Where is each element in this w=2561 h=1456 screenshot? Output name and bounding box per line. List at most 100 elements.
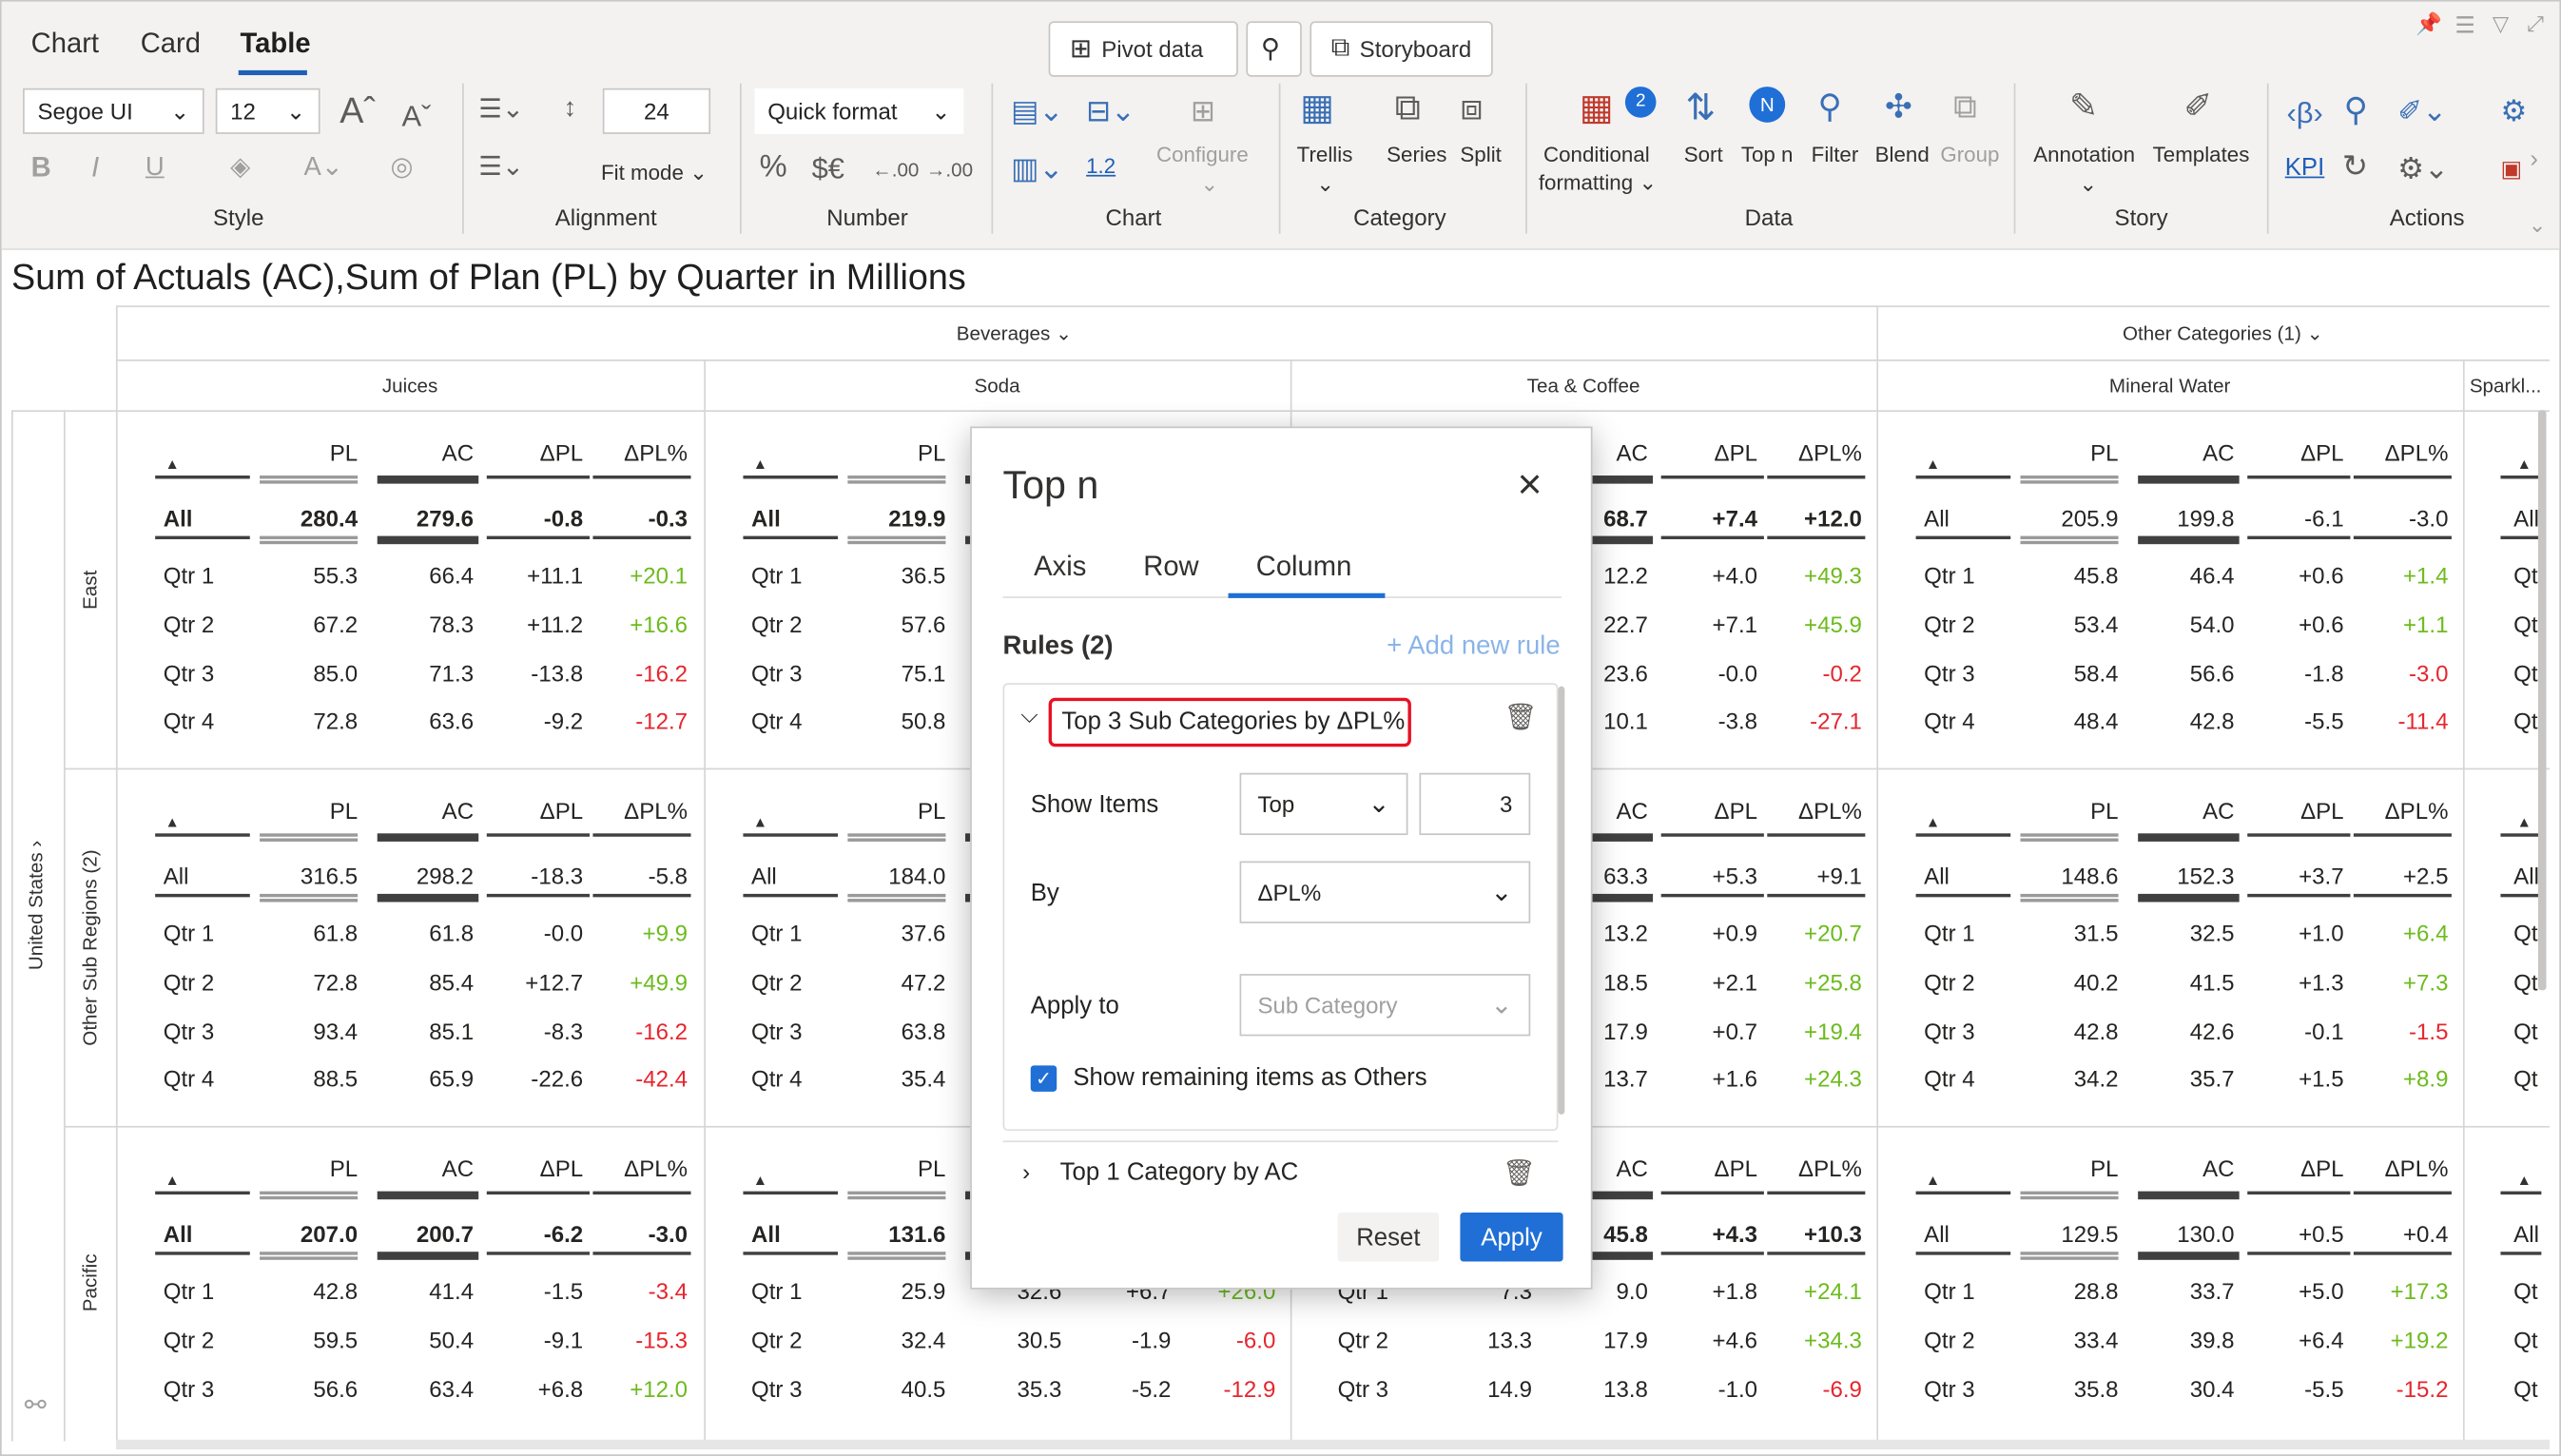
measure-header[interactable]: ΔPL	[485, 439, 583, 465]
search-icon[interactable]: ⚲	[2344, 91, 2368, 130]
font-shrink-icon[interactable]: Aˇ	[401, 96, 431, 135]
font-family-select[interactable]: Segoe UI ⌄	[23, 87, 204, 134]
split-button[interactable]: Split	[1460, 142, 1501, 166]
tab-column[interactable]: Column	[1256, 551, 1352, 583]
conditional-formatting-label2[interactable]: formatting ⌄	[1539, 170, 1657, 196]
by-select[interactable]: ΔPL% ⌄	[1239, 861, 1531, 923]
measure-header[interactable]: AC	[2136, 1155, 2234, 1181]
gap-width-value[interactable]: 1.2	[1086, 154, 1116, 179]
sort-arrow-icon[interactable]: ▲	[753, 814, 767, 830]
sort-button[interactable]: Sort	[1684, 142, 1723, 166]
add-rule-button[interactable]: + Add new rule	[1387, 632, 1561, 662]
topn-button[interactable]: Top n	[1741, 142, 1794, 166]
col-group-beverages[interactable]: Beverages ⌄	[917, 322, 1113, 345]
kpi-button[interactable]: KPI	[2285, 154, 2325, 182]
tab-chart[interactable]: Chart	[31, 28, 99, 60]
italic-icon[interactable]: I	[91, 148, 99, 187]
series-button[interactable]: Series	[1387, 142, 1446, 166]
measure-header[interactable]: ΔPL	[1659, 1155, 1757, 1181]
underline-icon[interactable]: U	[146, 148, 165, 187]
brush-icon[interactable]: ✐⌄	[2397, 91, 2447, 130]
export-icon[interactable]: ⚙	[2500, 91, 2527, 130]
series-icon[interactable]: ⧉	[1395, 87, 1421, 127]
annotation-button[interactable]: Annotation	[2033, 142, 2135, 166]
increase-decimal-icon[interactable]: →.00	[926, 150, 973, 189]
measure-header[interactable]: AC	[376, 798, 474, 824]
bold-icon[interactable]: B	[31, 148, 51, 187]
expand-icon[interactable]: ⤢	[2527, 5, 2544, 44]
sort-arrow-icon[interactable]: ▲	[753, 456, 767, 472]
conditional-formatting-icon[interactable]: ▦	[1580, 87, 1614, 127]
measure-header[interactable]: PL	[2028, 1155, 2118, 1181]
delete-rule-icon[interactable]: 🗑	[1503, 1157, 1536, 1190]
sort-icon[interactable]: ⇅	[1685, 87, 1716, 127]
sort-arrow-icon[interactable]: ▲	[1926, 1172, 1940, 1188]
filter-settings-button[interactable]: ⚲	[1246, 21, 1302, 77]
measure-header[interactable]: PL	[268, 1155, 358, 1181]
rule-collapsed[interactable]: › Top 1 Category by AC 🗑	[1002, 1140, 1559, 1195]
trellis-icon[interactable]: ▦	[1300, 87, 1334, 127]
horizontal-scrollbar[interactable]	[115, 1439, 2550, 1450]
measure-header[interactable]: ΔPL	[1659, 798, 1757, 824]
dialog-scrollbar[interactable]	[1558, 686, 1565, 1115]
sort-arrow-icon[interactable]: ▲	[753, 1172, 767, 1188]
filter-pane-icon[interactable]: ⚯	[25, 1388, 47, 1427]
chevron-right-icon[interactable]: ›	[1022, 1158, 1030, 1184]
refresh-icon[interactable]: ↻	[2342, 148, 2368, 187]
decrease-decimal-icon[interactable]: ←.00	[872, 150, 919, 189]
measure-header[interactable]: ΔPL%	[1764, 439, 1862, 465]
quick-format-select[interactable]: Quick format ⌄	[754, 87, 964, 134]
show-items-count-input[interactable]: 3	[1419, 772, 1531, 836]
measure-header[interactable]: PL	[856, 439, 945, 465]
measure-header[interactable]: PL	[2028, 798, 2118, 824]
measure-header[interactable]: ΔPL	[485, 1155, 583, 1181]
col-group-other[interactable]: Other Categories (1) ⌄	[2092, 322, 2354, 345]
tab-row[interactable]: Row	[1143, 551, 1198, 583]
measure-header[interactable]: PL	[856, 1155, 945, 1181]
measure-header[interactable]: AC	[376, 439, 474, 465]
horizontal-align-icon[interactable]: ☰⌄	[478, 91, 524, 130]
measure-header[interactable]: ΔPL%	[590, 798, 688, 824]
sort-arrow-icon[interactable]: ▲	[165, 814, 179, 830]
sort-arrow-icon[interactable]: ▲	[2517, 814, 2532, 830]
topn-icon[interactable]: N	[1749, 87, 1786, 123]
measure-header[interactable]: ΔPL%	[2350, 798, 2449, 824]
filter-button[interactable]: Filter	[1812, 142, 1859, 166]
currency-icon[interactable]: $€	[812, 148, 844, 187]
axis-icon[interactable]: ▥⌄	[1011, 148, 1063, 187]
pin-icon[interactable]: 📌	[2415, 5, 2442, 44]
filter-small-icon[interactable]: ▽	[2493, 5, 2509, 44]
chart-arrange-icon[interactable]: ⊟⌄	[1086, 91, 1135, 130]
templates-icon[interactable]: ✐	[2183, 88, 2212, 127]
font-grow-icon[interactable]: Aˆ	[340, 90, 376, 130]
pivot-data-button[interactable]: ⊞ Pivot data	[1048, 21, 1238, 77]
fit-mode-select[interactable]: Fit mode ⌄	[601, 160, 708, 185]
row-height-input[interactable]: 24	[602, 87, 711, 134]
measure-header[interactable]: ΔPL	[2246, 798, 2343, 824]
measure-header[interactable]: PL	[856, 798, 945, 824]
measure-header[interactable]: AC	[2136, 439, 2234, 465]
pdf-icon[interactable]: ▣	[2500, 148, 2522, 187]
measure-header[interactable]: PL	[268, 439, 358, 465]
chevron-right-icon[interactable]: ›	[2530, 141, 2538, 180]
sort-arrow-icon[interactable]: ▲	[1926, 814, 1940, 830]
row-header-united-states[interactable]: United States ›	[25, 807, 50, 1003]
measure-header[interactable]: ΔPL	[2246, 439, 2343, 465]
measure-header[interactable]: ΔPL	[2246, 1155, 2343, 1181]
remaining-others-checkbox[interactable]: ✓	[1030, 1065, 1057, 1092]
annotation-icon[interactable]: ✎	[2069, 88, 2098, 127]
sort-arrow-icon[interactable]: ▲	[2517, 1172, 2532, 1188]
code-icon[interactable]: ‹β›	[2286, 93, 2322, 132]
chart-layout-icon[interactable]: ▤⌄	[1011, 91, 1063, 130]
font-size-select[interactable]: 12 ⌄	[215, 87, 320, 134]
vertical-align-icon[interactable]: ☰⌄	[478, 148, 524, 187]
measure-header[interactable]: ΔPL	[1659, 439, 1757, 465]
hide-icon[interactable]: ◎	[390, 148, 413, 187]
filter-icon[interactable]: ⚲	[1818, 88, 1842, 127]
delete-rule-icon[interactable]: 🗑	[1504, 701, 1538, 733]
measure-header[interactable]: ΔPL%	[590, 1155, 688, 1181]
sort-arrow-icon[interactable]: ▲	[2517, 456, 2532, 472]
templates-button[interactable]: Templates	[2153, 142, 2250, 166]
apply-to-select[interactable]: Sub Category ⌄	[1239, 974, 1531, 1037]
split-icon[interactable]: ⧈	[1460, 87, 1483, 127]
